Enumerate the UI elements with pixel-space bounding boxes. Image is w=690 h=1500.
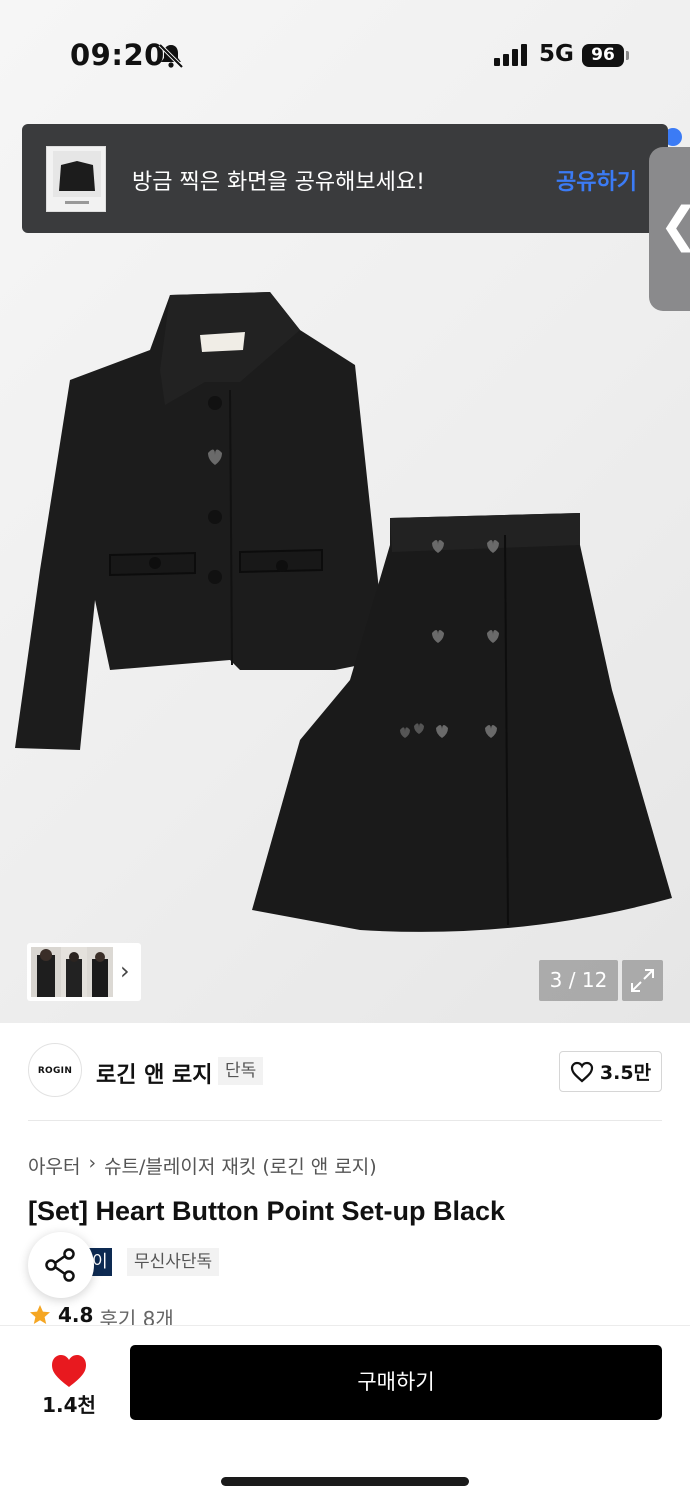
bell-muted-icon — [158, 43, 184, 69]
heart-filled-icon — [52, 1355, 86, 1387]
share-icon — [45, 1248, 75, 1282]
product-image — [15, 292, 672, 932]
exclusive-tag: 단독 — [218, 1057, 264, 1085]
review-count: 후기 8개 — [99, 1307, 174, 1325]
status-bar: 09:20 5G 96 — [0, 0, 690, 110]
brand-logo[interactable]: ROGIN — [28, 1043, 82, 1097]
screenshot-thumbnail — [46, 146, 106, 212]
star-icon — [30, 1305, 50, 1324]
home-indicator — [221, 1477, 469, 1486]
status-time: 09:20 — [70, 38, 165, 72]
rating-score: 4.8 — [58, 1303, 94, 1325]
divider — [28, 1120, 662, 1121]
battery-icon: 96 — [582, 44, 624, 67]
image-counter: 3 / 12 — [539, 960, 618, 1001]
battery-tip — [626, 51, 629, 60]
chevron-right-icon: › — [120, 957, 130, 985]
share-banner-message: 방금 찍은 화면을 공유해보세요! — [132, 170, 425, 195]
outfit-thumbnails — [31, 947, 113, 997]
breadcrumb-subcategory[interactable]: 슈트/블레이저 재킷 (로긴 앤 로지) — [104, 1152, 377, 1179]
exclusive-badge: 무신사단독 — [127, 1248, 220, 1276]
buy-button[interactable]: 구매하기 — [130, 1345, 662, 1420]
breadcrumb-category[interactable]: 아우터 — [28, 1152, 80, 1179]
chevron-left-icon: ❮ — [659, 197, 690, 253]
brand-like-button[interactable]: 3.5만 — [559, 1051, 662, 1092]
share-button[interactable] — [28, 1232, 94, 1298]
share-banner-button[interactable]: 공유하기 — [556, 164, 637, 196]
network-label: 5G — [539, 41, 574, 67]
outfit-thumbnail-button[interactable]: › — [27, 943, 141, 1001]
like-count: 1.4천 — [42, 1393, 96, 1417]
screenshot-share-banner[interactable]: 방금 찍은 화면을 공유해보세요! 공유하기 — [22, 124, 668, 233]
product-page: 09:20 5G 96 방금 찍은 화면을 공유해보세요! 공유하기 ❮ — [0, 0, 690, 1500]
brand-name[interactable]: 로긴 앤 로지 — [96, 1057, 213, 1089]
side-panel-handle[interactable]: ❮ — [649, 147, 690, 311]
breadcrumb-separator: › — [88, 1152, 97, 1174]
signal-icon — [494, 44, 527, 66]
heart-outline-icon — [570, 1061, 594, 1082]
breadcrumb: 아우터 › 슈트/블레이저 재킷 (로긴 앤 로지) — [28, 1152, 377, 1179]
product-title: [Set] Heart Button Point Set-up Black — [28, 1196, 506, 1226]
expand-icon[interactable] — [622, 960, 663, 1001]
rating-row[interactable]: 4.8 후기 8개 — [28, 1303, 174, 1325]
brand-like-count: 3.5만 — [599, 1062, 652, 1084]
